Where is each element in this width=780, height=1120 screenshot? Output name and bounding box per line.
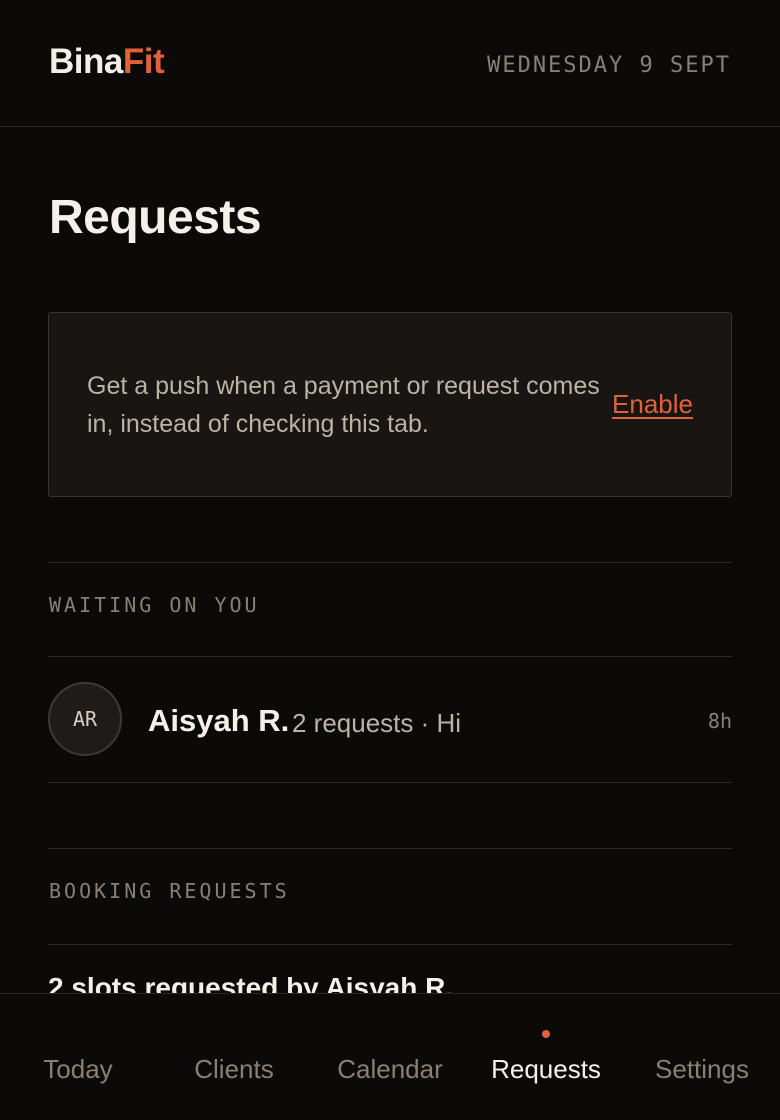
logo-part2: Fit xyxy=(122,42,165,81)
app-logo[interactable]: BinaFit xyxy=(49,42,165,82)
page-title: Requests xyxy=(49,191,262,244)
current-date: WEDNESDAY 9 SEPT xyxy=(487,53,731,78)
notification-dot-icon xyxy=(542,1030,550,1038)
request-summary: 2 requests · Hi xyxy=(292,708,462,738)
divider xyxy=(48,562,732,563)
enable-push-link[interactable]: Enable xyxy=(612,387,693,421)
tab-clients[interactable]: Clients xyxy=(156,1052,312,1086)
avatar: AR xyxy=(48,682,122,756)
banner-text: Get a push when a payment or request com… xyxy=(87,372,600,438)
push-notification-banner: Get a push when a payment or request com… xyxy=(48,312,732,497)
divider xyxy=(48,656,732,657)
tab-settings[interactable]: Settings xyxy=(624,1052,780,1086)
section-label-booking: BOOKING REQUESTS xyxy=(49,879,290,903)
list-item[interactable]: AR Aisyah R. 2 requests · Hi 8h xyxy=(48,658,732,782)
divider xyxy=(48,782,732,783)
logo-part1: Bina xyxy=(49,42,123,81)
tab-requests[interactable]: Requests xyxy=(468,1052,624,1086)
divider xyxy=(48,848,732,849)
divider xyxy=(48,944,732,945)
bottom-tab-bar: Today Clients Calendar Requests Settings xyxy=(0,993,780,1120)
elapsed-time: 8h xyxy=(707,709,732,733)
top-bar: BinaFit WEDNESDAY 9 SEPT xyxy=(0,0,780,127)
client-name: Aisyah R. xyxy=(148,703,290,738)
tab-today[interactable]: Today xyxy=(0,1052,156,1086)
section-label-waiting: WAITING ON YOU xyxy=(49,593,260,617)
tab-calendar[interactable]: Calendar xyxy=(312,1052,468,1086)
